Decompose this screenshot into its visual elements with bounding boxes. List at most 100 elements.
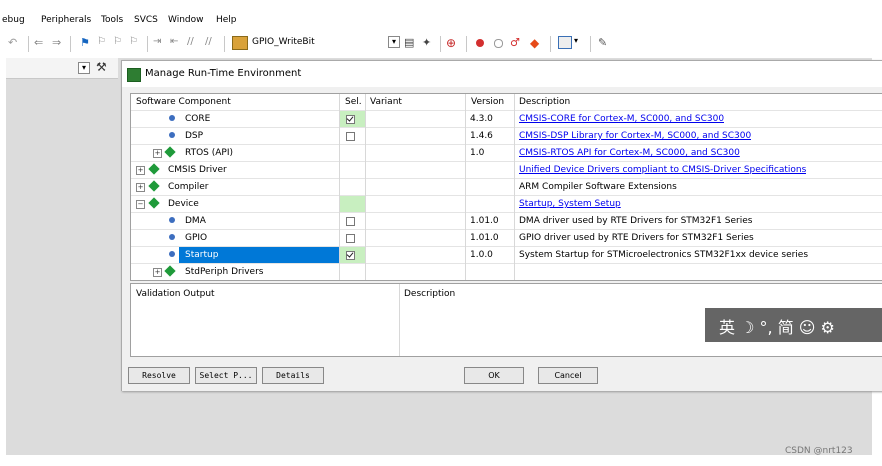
watermark: CSDN @nrt123 xyxy=(785,446,853,456)
menu-window[interactable]: Window xyxy=(168,15,204,25)
component-icon xyxy=(169,132,175,138)
chevron-down-icon[interactable]: ▾ xyxy=(388,36,400,48)
component-icon xyxy=(169,217,175,223)
menu-bar: ebug Peripherals Tools SVCS Window Help xyxy=(0,12,882,30)
select-checkbox[interactable] xyxy=(346,234,355,243)
column-divider xyxy=(339,94,340,280)
component-name: Device xyxy=(168,199,199,209)
collapse-icon[interactable]: − xyxy=(136,200,145,209)
target-combobox[interactable]: GPIO_WriteBit xyxy=(252,37,315,47)
window-layout-icon[interactable] xyxy=(558,36,572,49)
debug-icon[interactable]: ⊕ xyxy=(446,36,460,50)
expand-icon[interactable]: + xyxy=(153,268,162,277)
ime-toolbar[interactable]: 英 ☽ °, 简 ☺ ⚙ xyxy=(705,308,882,342)
toolbar-separator xyxy=(147,36,148,52)
col-description[interactable]: Description xyxy=(519,94,570,110)
description: DMA driver used by RTE Drivers for STM32… xyxy=(519,216,753,226)
table-row[interactable]: DSP 1.4.6 CMSIS-DSP Library for Cortex-M… xyxy=(131,128,882,145)
component-name: RTOS (API) xyxy=(185,148,234,158)
component-group-icon xyxy=(148,180,160,192)
chevron-down-icon[interactable]: ▾ xyxy=(574,36,588,50)
col-version[interactable]: Version xyxy=(471,94,504,110)
select-checkbox[interactable] xyxy=(346,132,355,141)
table-row[interactable]: GPIO 1.01.0 GPIO driver used by RTE Driv… xyxy=(131,230,882,247)
table-row[interactable]: + CMSIS Driver Unified Device Drivers co… xyxy=(131,162,882,179)
col-software-component[interactable]: Software Component xyxy=(136,94,231,110)
clear-bookmarks-icon[interactable]: ⚐ xyxy=(129,36,143,50)
version: 4.3.0 xyxy=(470,114,493,124)
step-icon[interactable]: ↶ xyxy=(8,36,22,50)
description-link[interactable]: CMSIS-RTOS API for Cortex-M, SC000, and … xyxy=(519,145,740,161)
select-packs-button[interactable]: Select P... xyxy=(195,367,257,384)
description: System Startup for STMicroelectronics ST… xyxy=(519,250,809,260)
version: 1.4.6 xyxy=(470,131,493,141)
description-link[interactable]: Startup, System Setup xyxy=(519,196,621,212)
indent-icon[interactable]: ⇥ xyxy=(153,36,167,50)
menu-debug[interactable]: ebug xyxy=(2,15,25,25)
table-row[interactable]: − Device Startup, System Setup xyxy=(131,196,882,213)
menu-peripherals[interactable]: Peripherals xyxy=(41,15,91,25)
settings-diamond-icon[interactable]: ◆ xyxy=(530,36,544,50)
wrench-icon[interactable]: ✎ xyxy=(598,36,612,50)
grid-header: Software Component Sel. Variant Version … xyxy=(131,94,882,111)
table-row[interactable]: + RTOS (API) 1.0 CMSIS-RTOS API for Cort… xyxy=(131,145,882,162)
table-row[interactable]: + StdPeriph Drivers xyxy=(131,264,882,280)
validation-output-label: Validation Output xyxy=(136,289,215,299)
unindent-icon[interactable]: ⇤ xyxy=(170,36,184,50)
table-row-selected[interactable]: Startup 1.0.0 System Startup for STMicro… xyxy=(131,247,882,264)
table-row[interactable]: CORE 4.3.0 CMSIS-CORE for Cortex-M, SC00… xyxy=(131,111,882,128)
menu-help[interactable]: Help xyxy=(216,15,237,25)
menu-svcs[interactable]: SVCS xyxy=(134,15,158,25)
col-sel[interactable]: Sel. xyxy=(345,94,362,110)
component-group-icon xyxy=(148,163,160,175)
uncomment-icon[interactable]: // xyxy=(205,36,219,50)
component-name: GPIO xyxy=(185,233,208,243)
disable-breakpoint-icon[interactable] xyxy=(494,39,503,48)
kill-breakpoints-icon[interactable]: ♂ xyxy=(510,36,524,50)
expand-icon[interactable]: + xyxy=(153,149,162,158)
back-icon[interactable]: ⇐ xyxy=(34,36,48,50)
ime-status[interactable]: 英 ☽ °, 简 ☺ ⚙ xyxy=(719,314,835,338)
bookmark-icon[interactable]: ⚑ xyxy=(80,36,94,50)
description-link[interactable]: CMSIS-DSP Library for Cortex-M, SC000, a… xyxy=(519,128,751,144)
chevron-down-icon[interactable]: ▾ xyxy=(78,62,90,74)
forward-icon[interactable]: ⇒ xyxy=(52,36,66,50)
breakpoint-icon[interactable] xyxy=(476,39,484,47)
select-checkbox[interactable] xyxy=(346,251,355,260)
description-link[interactable]: Unified Device Drivers compliant to CMSI… xyxy=(519,162,806,178)
resolve-button[interactable]: Resolve xyxy=(128,367,190,384)
comment-icon[interactable]: // xyxy=(187,36,201,50)
next-bookmark-icon[interactable]: ⚐ xyxy=(113,36,127,50)
cancel-button[interactable]: Cancel xyxy=(538,367,598,384)
col-variant[interactable]: Variant xyxy=(370,94,402,110)
menu-tools[interactable]: Tools xyxy=(101,15,123,25)
column-divider xyxy=(514,94,515,280)
table-row[interactable]: + Compiler ARM Compiler Software Extensi… xyxy=(131,179,882,196)
select-checkbox[interactable] xyxy=(346,115,355,124)
expand-icon[interactable]: + xyxy=(136,183,145,192)
component-group-icon xyxy=(148,197,160,209)
rte-icon xyxy=(127,68,141,82)
description-link[interactable]: CMSIS-CORE for Cortex-M, SC000, and SC30… xyxy=(519,111,724,127)
component-icon xyxy=(169,251,175,257)
details-button[interactable]: Details xyxy=(262,367,324,384)
component-icon xyxy=(169,234,175,240)
dialog-title: Manage Run-Time Environment xyxy=(145,68,302,79)
wand-icon[interactable]: ✦ xyxy=(422,36,436,50)
table-row[interactable]: DMA 1.01.0 DMA driver used by RTE Driver… xyxy=(131,213,882,230)
toolbar-separator xyxy=(70,36,71,52)
select-checkbox[interactable] xyxy=(346,217,355,226)
component-name: CMSIS Driver xyxy=(168,165,227,175)
prev-bookmark-icon[interactable]: ⚐ xyxy=(97,36,111,50)
find-in-files-icon[interactable] xyxy=(232,36,248,50)
toolbar-separator xyxy=(28,36,29,52)
toolbar-separator xyxy=(550,36,551,52)
sel-cell xyxy=(340,196,365,212)
find-icon[interactable]: ▤ xyxy=(404,36,418,50)
expand-icon[interactable]: + xyxy=(136,166,145,175)
tools-icon[interactable]: ⚒ xyxy=(96,60,107,74)
ok-button[interactable]: OK xyxy=(464,367,524,384)
component-name: DSP xyxy=(185,131,204,141)
column-divider xyxy=(365,94,366,280)
project-panel-toolbar: ▾ ⚒ xyxy=(6,58,118,79)
